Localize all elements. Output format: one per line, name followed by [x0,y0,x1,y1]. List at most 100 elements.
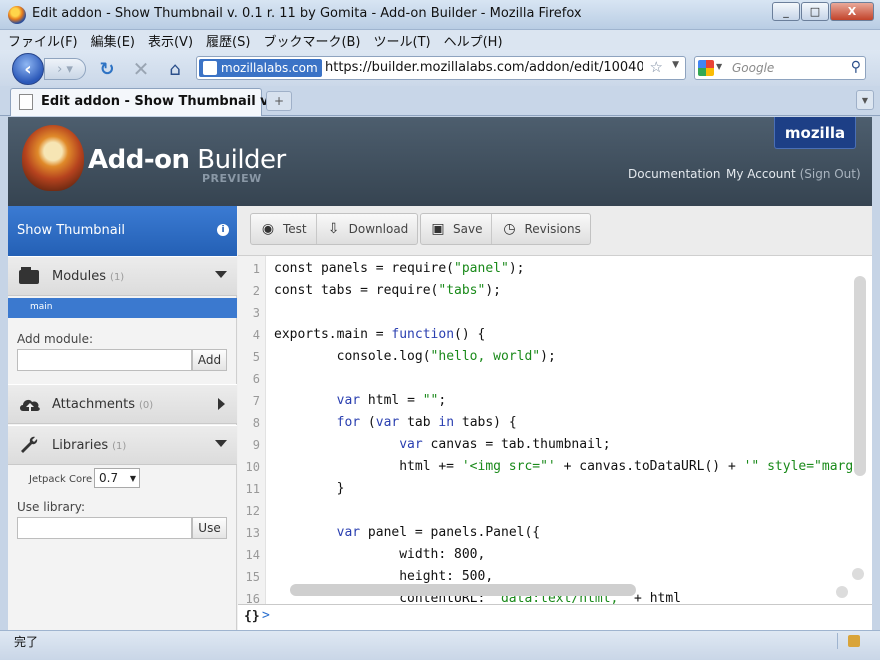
download-label: Download [348,222,409,236]
engine-dropdown-icon[interactable]: ▼ [716,62,722,71]
collapse-arrow-icon [215,440,227,447]
site-logo[interactable]: Add-on Builder [88,145,286,175]
site-header: Add-on Builder PREVIEW mozilla Documenta… [8,117,872,206]
tab-edit-addon[interactable]: Edit addon - Show Thumbnail v.... [10,88,287,116]
close-button[interactable]: X [830,2,874,21]
collapse-arrow-icon [215,271,227,278]
addon-title-bar[interactable]: Show Thumbnail i [8,206,237,256]
addon-name: Show Thumbnail [17,223,125,238]
scroll-corner-dot [852,568,864,580]
menu-view[interactable]: 表示(V) [148,31,193,50]
code-line[interactable]: } [274,481,345,496]
search-box[interactable]: ▼ Google ⚲ [694,56,866,80]
menu-help[interactable]: ヘルプ(H) [444,31,503,50]
url-bar[interactable]: mozillalabs.com https://builder.mozillal… [196,56,686,80]
download-button[interactable]: ⇩ Download [317,214,418,244]
menu-bar: ファイル(F) 編集(E) 表示(V) 履歴(S) ブックマーク(B) ツール(… [0,30,880,50]
minimize-button[interactable]: _ [772,2,800,21]
add-module-label: Add module: [17,332,94,346]
add-module-input[interactable] [17,349,192,371]
firefox-icon [8,6,26,24]
sidebar: Show Thumbnail i Modules (1) main Add mod… [8,206,237,630]
attachments-section-header[interactable]: Attachments (0) [8,384,237,424]
code-line[interactable]: width: 800, [274,547,485,562]
horizontal-scrollbar[interactable] [290,584,636,596]
vertical-scrollbar[interactable] [854,276,866,476]
code-line[interactable]: const tabs = require("tabs"); [274,283,501,298]
line-number: 15 [245,570,260,584]
maximize-button[interactable]: □ [801,2,829,21]
menu-tools[interactable]: ツール(T) [374,31,431,50]
eye-icon: ◉ [261,221,275,237]
documentation-link[interactable]: Documentation [628,167,721,181]
line-number: 8 [252,416,260,430]
search-placeholder: Google [732,61,775,75]
url-history-dropdown-icon[interactable]: ▼ [672,60,679,70]
line-number: 14 [245,548,260,562]
revisions-label: Revisions [524,222,581,236]
my-account-link[interactable]: My Account [726,167,796,181]
code-editor[interactable]: 1 2 3 4 5 6 7 8 9 10 11 12 13 14 15 16 const panels = r… [238,256,872,604]
module-item-main[interactable]: main [8,298,237,318]
back-arrow-icon: ‹ [24,58,32,80]
code-line[interactable]: for (var tab in tabs) { [274,415,517,430]
menu-history[interactable]: 履歴(S) [206,31,250,50]
line-number: 1 [252,262,260,276]
add-module-button[interactable]: Add [192,349,227,371]
mozilla-tab[interactable]: mozilla [774,117,856,149]
line-number: 11 [245,482,260,496]
jetpack-core-version: 0.7 [99,471,119,485]
console-bar[interactable]: {} > [238,604,872,630]
use-library-button[interactable]: Use [192,517,227,539]
revisions-button[interactable]: ◷ Revisions [492,214,589,244]
code-line[interactable]: var panel = panels.Panel({ [274,525,541,540]
back-button[interactable]: ‹ [12,53,44,85]
line-number: 13 [245,526,260,540]
status-text: 完了 [14,635,39,649]
code-line[interactable]: console.log("hello, world"); [274,349,556,364]
account-nav: My Account (Sign Out) [726,167,861,181]
site-identity-label: mozillalabs.com [221,61,318,75]
code-line[interactable]: var canvas = tab.thumbnail; [274,437,610,452]
modules-section-header[interactable]: Modules (1) [8,256,237,296]
editor-toolbar: ◉ Test ⇩ Download ▣ Save ◷ Revisions [238,206,872,256]
menu-edit[interactable]: 編集(E) [91,31,135,50]
libraries-section-header[interactable]: Libraries (1) [8,425,237,465]
save-revisions-group: ▣ Save ◷ Revisions [420,213,591,245]
page-content: Add-on Builder PREVIEW mozilla Documenta… [8,117,872,630]
line-number-gutter: 1 2 3 4 5 6 7 8 9 10 11 12 13 14 15 16 [238,256,266,604]
code-line[interactable]: exports.main = function() { [274,327,485,342]
info-icon[interactable]: i [217,224,229,236]
sign-out-link[interactable]: (Sign Out) [800,167,861,181]
google-engine-icon[interactable] [698,60,714,76]
new-tab-button[interactable]: + [266,91,292,111]
line-number: 12 [245,504,260,518]
bookmark-star-icon[interactable]: ☆ [650,58,663,76]
reload-button[interactable]: ↻ [96,58,118,80]
home-button[interactable]: ⌂ [164,58,186,80]
code-line[interactable]: const panels = require("panel"); [274,261,524,276]
menu-file[interactable]: ファイル(F) [8,31,78,50]
test-label: Test [283,222,307,236]
test-button[interactable]: ◉ Test [251,214,317,244]
scroll-corner-dot [836,586,848,598]
save-button[interactable]: ▣ Save [421,214,493,244]
logo-text-light: Builder [189,145,286,175]
line-number: 16 [245,592,260,604]
expand-arrow-icon [218,398,225,410]
stop-button[interactable]: ✕ [130,57,152,81]
menu-bookmarks[interactable]: ブックマーク(B) [263,31,360,50]
site-identity-button[interactable]: mozillalabs.com [199,59,322,77]
padlock-icon [848,635,860,647]
code-line[interactable]: html += '<img src="' + canvas.toDataURL(… [274,459,861,474]
console-prompt: > [262,608,270,623]
url-text[interactable]: https://builder.mozillalabs.com/addon/ed… [325,60,643,75]
code-line[interactable]: height: 500, [274,569,493,584]
code-line[interactable]: var html = ""; [274,393,447,408]
tab-list-dropdown-icon[interactable]: ▼ [856,90,874,110]
use-library-input[interactable] [17,517,192,539]
attachments-label: Attachments (0) [52,397,154,412]
jetpack-core-version-select[interactable]: 0.7 ▼ [94,468,140,488]
forward-button[interactable]: › ▾ [44,58,86,80]
search-icon[interactable]: ⚲ [851,59,861,75]
